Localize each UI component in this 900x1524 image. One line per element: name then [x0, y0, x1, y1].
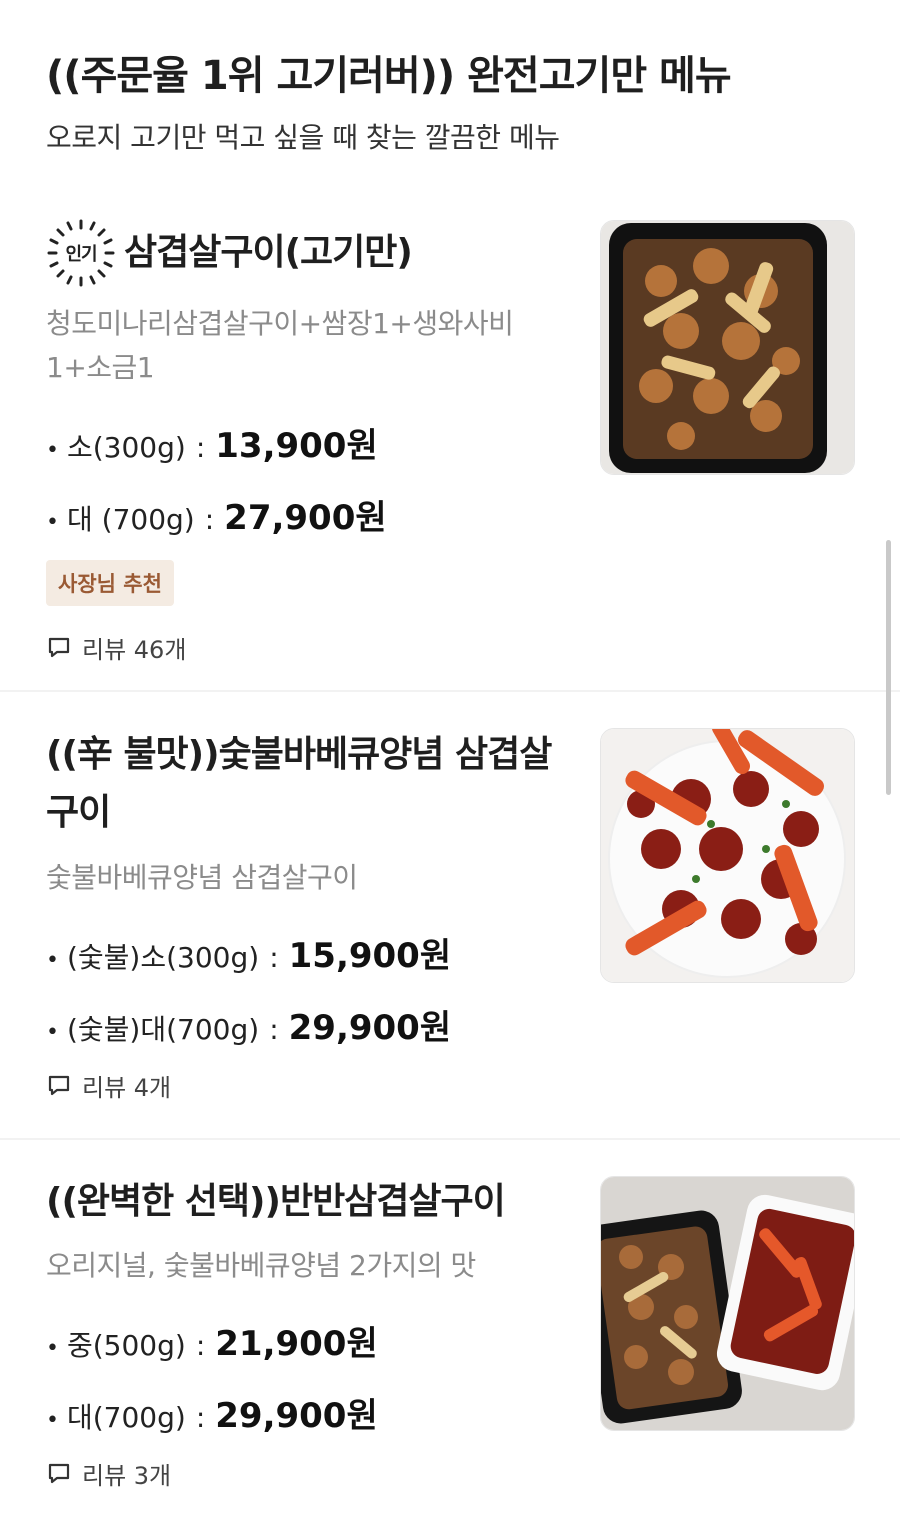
review-text: 리뷰 3개 [82, 1462, 172, 1490]
bullet: • [46, 1408, 59, 1433]
price-separator: : [269, 941, 279, 974]
popular-label: 인기 [65, 244, 96, 265]
price-amount: 29,900원 [288, 1008, 452, 1048]
menu-item[interactable]: 인기 삼겹살구이(고기만) 청도미나리삼겹살구이+쌈장1+생와사비1+소금1 •… [0, 218, 900, 690]
comment-icon [48, 637, 70, 657]
menu-item-info: ((완벽한 선택))반반삼겹살구이 오리지널, 숯불바베큐양념 2가지의 맛 •… [46, 1174, 576, 1491]
price-amount: 21,900원 [215, 1324, 378, 1364]
menu-item-description: 오리지널, 숯불바베큐양념 2가지의 맛 [46, 1249, 476, 1282]
bullet: • [46, 948, 59, 973]
price-size: 대 (700g) [66, 503, 195, 536]
item-divider [0, 1138, 900, 1140]
price-size: (숯불)대(700g) [66, 1013, 260, 1046]
menu-item-description: 숯불바베큐양념 삼겹살구이 [46, 861, 358, 894]
price-option: • (숯불)대(700g) : 29,900원 [46, 1000, 576, 1048]
bullet: • [46, 1020, 59, 1045]
price-separator: : [195, 431, 206, 464]
scrollbar[interactable] [886, 540, 891, 795]
menu-item-name: ((辛 불맛))숯불바베큐양념 삼겹살구이 [46, 734, 552, 833]
price-amount: 27,900원 [224, 498, 387, 538]
comment-icon [48, 1463, 70, 1483]
menu-item-info: 인기 삼겹살구이(고기만) 청도미나리삼겹살구이+쌈장1+생와사비1+소금1 •… [46, 218, 576, 665]
review-count: 리뷰 4개 [46, 1068, 576, 1103]
owner-recommend-badge: 사장님 추천 [46, 560, 174, 606]
review-text: 리뷰 4개 [82, 1074, 172, 1102]
menu-item-image [600, 220, 855, 475]
bullet: • [46, 510, 59, 535]
review-count: 리뷰 46개 [46, 630, 576, 665]
price-size: (숯불)소(300g) [66, 941, 260, 974]
price-option: • 대(700g) : 29,900원 [46, 1388, 576, 1436]
menu-item-name: ((완벽한 선택))반반삼겹살구이 [46, 1181, 506, 1222]
menu-item-description: 청도미나리삼겹살구이+쌈장1+생와사비1+소금1 [46, 307, 514, 384]
review-text: 리뷰 46개 [82, 636, 187, 664]
menu-item[interactable]: ((辛 불맛))숯불바베큐양념 삼겹살구이 숯불바베큐양념 삼겹살구이 • (숯… [0, 726, 900, 1138]
price-size: 소(300g) [66, 431, 186, 464]
price-option: • 중(500g) : 21,900원 [46, 1316, 576, 1364]
bullet: • [46, 438, 59, 463]
price-option: • 대 (700g) : 27,900원 [46, 490, 576, 538]
price-size: 대(700g) [66, 1401, 186, 1434]
price-separator: : [269, 1013, 279, 1046]
price-amount: 15,900원 [288, 936, 452, 976]
price-option: • (숯불)소(300g) : 15,900원 [46, 928, 576, 976]
price-separator: : [204, 503, 215, 536]
price-separator: : [195, 1329, 206, 1362]
menu-item-name-row: 인기 삼겹살구이(고기만) [46, 218, 576, 288]
price-option: • 소(300g) : 13,900원 [46, 418, 576, 466]
section-title: ((주문율 1위 고기러버)) 완전고기만 메뉴 [46, 53, 732, 99]
item-divider [0, 690, 900, 692]
menu-item-image [600, 1176, 855, 1431]
menu-item-name: 삼겹살구이(고기만) [124, 232, 413, 273]
menu-item-info: ((辛 불맛))숯불바베큐양념 삼겹살구이 숯불바베큐양념 삼겹살구이 • (숯… [46, 726, 576, 1103]
price-amount: 29,900원 [215, 1396, 378, 1436]
menu-item-image [600, 728, 855, 983]
menu-section-header: ((주문율 1위 고기러버)) 완전고기만 메뉴 오로지 고기만 먹고 싶을 때… [0, 0, 900, 156]
price-separator: : [195, 1401, 206, 1434]
price-size: 중(500g) [66, 1329, 186, 1362]
price-amount: 13,900원 [215, 426, 378, 466]
popular-badge-icon: 인기 [46, 218, 116, 288]
menu-item[interactable]: ((완벽한 선택))반반삼겹살구이 오리지널, 숯불바베큐양념 2가지의 맛 •… [0, 1174, 900, 1524]
section-subtitle: 오로지 고기만 먹고 싶을 때 찾는 깔끔한 메뉴 [46, 121, 560, 154]
review-count: 리뷰 3개 [46, 1456, 576, 1491]
comment-icon [48, 1075, 70, 1095]
bullet: • [46, 1336, 59, 1361]
